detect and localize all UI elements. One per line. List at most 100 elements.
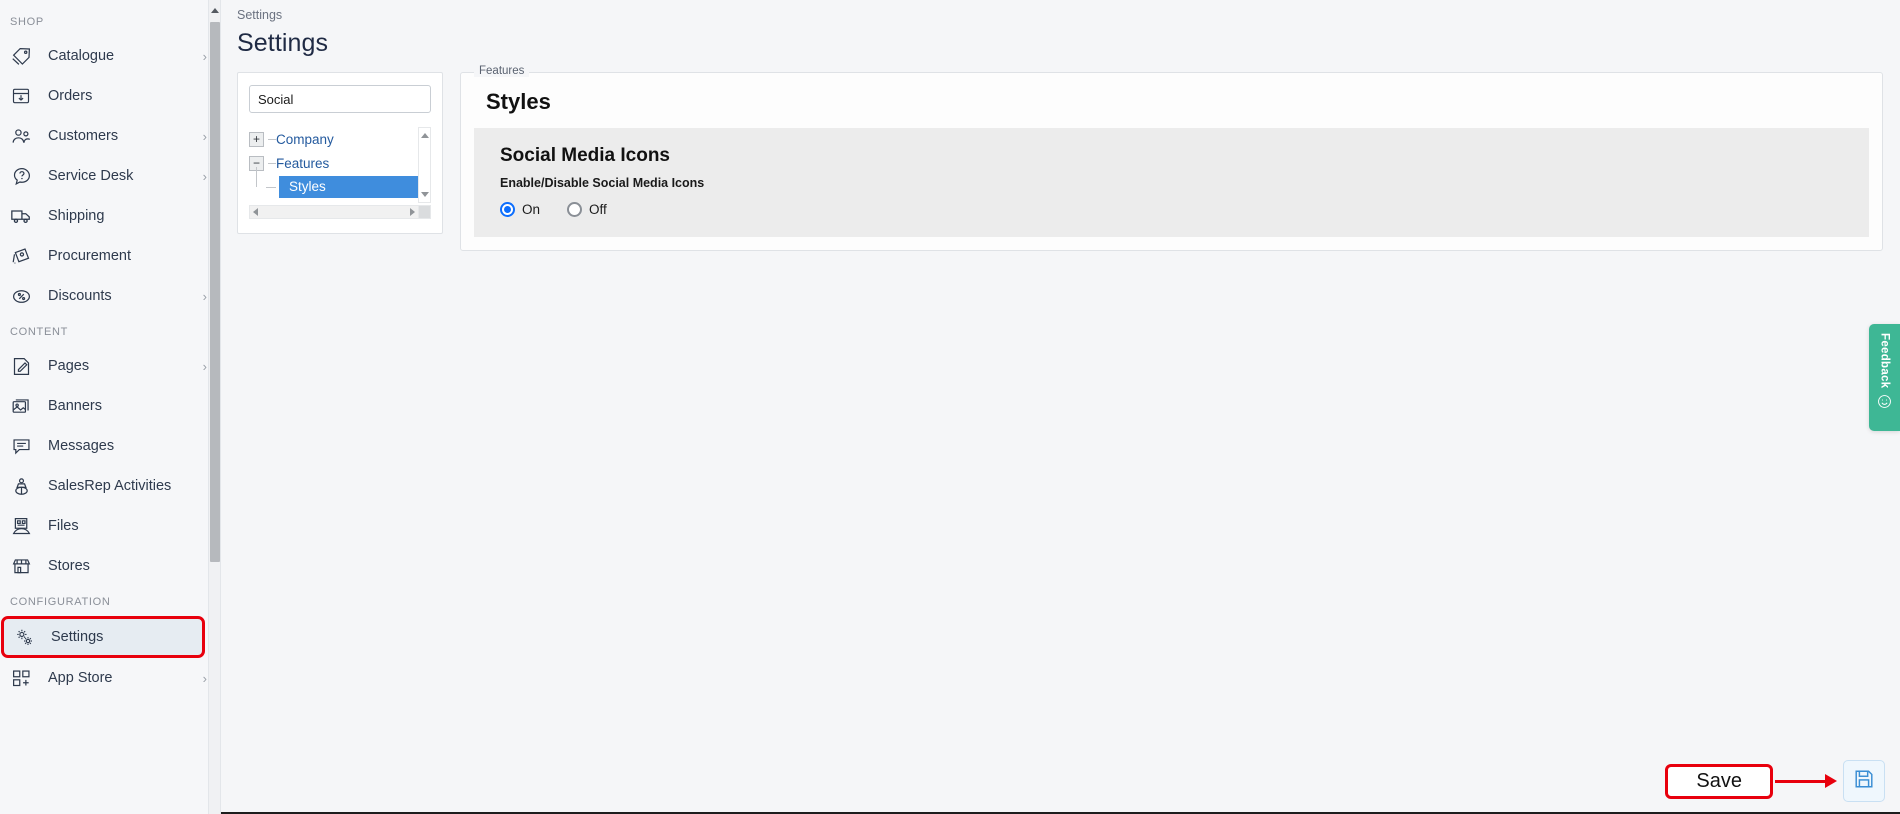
- expand-plus-icon[interactable]: +: [249, 132, 264, 147]
- scroll-up-arrow-icon[interactable]: [419, 129, 430, 142]
- salesrep-icon: [10, 475, 32, 497]
- tree-node-label[interactable]: Company: [276, 132, 334, 147]
- sidebar-scrollbar-thumb[interactable]: [210, 22, 220, 562]
- sidebar-item-customers[interactable]: Customers ›: [0, 116, 221, 156]
- sidebar-item-label: Files: [48, 518, 207, 534]
- sidebar-item-banners[interactable]: Banners: [0, 386, 221, 426]
- breadcrumb: Settings: [221, 0, 1900, 22]
- sidebar-item-discounts[interactable]: Discounts ›: [0, 276, 221, 316]
- radio-option-off[interactable]: Off: [567, 202, 607, 217]
- tree-node-features[interactable]: − Features: [249, 151, 419, 175]
- procurement-icon: [10, 245, 32, 267]
- sidebar-item-label: Pages: [48, 358, 203, 374]
- sidebar-item-stores[interactable]: Stores: [0, 546, 221, 586]
- truck-icon: [10, 205, 32, 227]
- sidebar-item-label: Stores: [48, 558, 207, 574]
- chevron-right-icon: ›: [203, 50, 207, 63]
- tree-node-label-selected[interactable]: Styles: [279, 176, 419, 198]
- sidebar-item-catalogue[interactable]: Catalogue ›: [0, 36, 221, 76]
- app-root: SHOP Catalogue › Orders Customers › Serv…: [0, 0, 1900, 814]
- sidebar-item-label: Orders: [48, 88, 207, 104]
- annotation-arrow-icon: [1775, 774, 1841, 788]
- page-title: Settings: [221, 22, 1900, 58]
- sidebar-item-label: Customers: [48, 128, 203, 144]
- chevron-right-icon: ›: [203, 130, 207, 143]
- sidebar-item-label: Messages: [48, 438, 207, 454]
- gears-icon: [13, 626, 35, 648]
- page-edit-icon: [10, 355, 32, 377]
- settings-tree-viewport: + Company − Features Styles: [249, 127, 419, 203]
- radio-on-indicator[interactable]: [500, 202, 515, 217]
- sidebar-item-label: Banners: [48, 398, 207, 414]
- smiley-icon: [1877, 394, 1892, 414]
- store-icon: [10, 555, 32, 577]
- sidebar-item-settings[interactable]: Settings: [1, 616, 205, 658]
- sidebar-item-label: Service Desk: [48, 168, 203, 184]
- tree-vertical-scrollbar[interactable]: [418, 127, 431, 203]
- social-icons-radio-group: On Off: [500, 202, 1869, 217]
- scroll-right-arrow-icon[interactable]: [410, 208, 415, 216]
- tree-horizontal-scrollbar[interactable]: [249, 205, 419, 219]
- styles-panel-title: Styles: [461, 73, 1882, 128]
- save-annotation-label: Save: [1665, 764, 1773, 799]
- sidebar-section-content-label: CONTENT: [0, 316, 221, 346]
- chevron-right-icon: ›: [203, 170, 207, 183]
- settings-tree: + Company − Features Styles: [249, 127, 431, 219]
- styles-panel: Features Styles Social Media Icons Enabl…: [460, 72, 1883, 251]
- feedback-tab[interactable]: Feedback: [1869, 324, 1900, 431]
- radio-label: Off: [589, 202, 607, 217]
- content-row: + Company − Features Styles: [221, 58, 1900, 251]
- tree-connector: [266, 187, 276, 188]
- sidebar-section-shop-label: SHOP: [0, 6, 221, 36]
- settings-tree-card: + Company − Features Styles: [237, 72, 443, 234]
- feedback-label: Feedback: [1879, 333, 1891, 388]
- sidebar-item-orders[interactable]: Orders: [0, 76, 221, 116]
- social-media-icons-card: Social Media Icons Enable/Disable Social…: [474, 128, 1869, 237]
- sidebar-scrollbar[interactable]: [208, 0, 220, 814]
- appstore-icon: [10, 667, 32, 689]
- tree-node-styles[interactable]: Styles: [249, 175, 419, 199]
- sidebar-item-app-store[interactable]: App Store ›: [0, 658, 221, 698]
- card-subheading: Enable/Disable Social Media Icons: [500, 176, 1869, 190]
- tree-connector: [268, 163, 276, 164]
- sidebar-item-label: Catalogue: [48, 48, 203, 64]
- sidebar-scroll-content: SHOP Catalogue › Orders Customers › Serv…: [0, 0, 221, 814]
- settings-search-input[interactable]: [249, 85, 431, 113]
- radio-off-indicator[interactable]: [567, 202, 582, 217]
- images-icon: [10, 395, 32, 417]
- scroll-left-arrow-icon[interactable]: [253, 208, 258, 216]
- tree-node-company[interactable]: + Company: [249, 127, 419, 151]
- floppy-disk-icon: [1853, 768, 1875, 795]
- sidebar-item-salesrep-activities[interactable]: SalesRep Activities: [0, 466, 221, 506]
- sidebar-item-messages[interactable]: Messages: [0, 426, 221, 466]
- tree-node-label[interactable]: Features: [276, 156, 329, 171]
- sidebar-item-service-desk[interactable]: Service Desk ›: [0, 156, 221, 196]
- radio-label: On: [522, 202, 540, 217]
- users-icon: [10, 125, 32, 147]
- support-icon: [10, 165, 32, 187]
- radio-option-on[interactable]: On: [500, 202, 540, 217]
- sidebar-item-procurement[interactable]: Procurement: [0, 236, 221, 276]
- sidebar: SHOP Catalogue › Orders Customers › Serv…: [0, 0, 221, 814]
- sidebar-item-label: Settings: [51, 629, 188, 645]
- files-icon: [10, 515, 32, 537]
- sidebar-item-label: Shipping: [48, 208, 207, 224]
- chevron-right-icon: ›: [203, 290, 207, 303]
- sidebar-item-label: Discounts: [48, 288, 203, 304]
- sidebar-item-label: App Store: [48, 670, 203, 686]
- sidebar-item-files[interactable]: Files: [0, 506, 221, 546]
- chevron-right-icon: ›: [203, 672, 207, 685]
- message-icon: [10, 435, 32, 457]
- save-button[interactable]: [1843, 760, 1885, 802]
- sidebar-item-shipping[interactable]: Shipping: [0, 196, 221, 236]
- sidebar-item-pages[interactable]: Pages ›: [0, 346, 221, 386]
- tags-icon: [10, 45, 32, 67]
- card-heading: Social Media Icons: [500, 145, 1869, 167]
- scrollbar-corner: [418, 205, 431, 219]
- scroll-down-arrow-icon[interactable]: [419, 188, 430, 201]
- panel-legend: Features: [474, 65, 529, 77]
- scroll-up-arrow-icon[interactable]: [209, 2, 221, 18]
- sidebar-item-label: Procurement: [48, 248, 207, 264]
- tree-connector: [268, 139, 276, 140]
- chevron-right-icon: ›: [203, 360, 207, 373]
